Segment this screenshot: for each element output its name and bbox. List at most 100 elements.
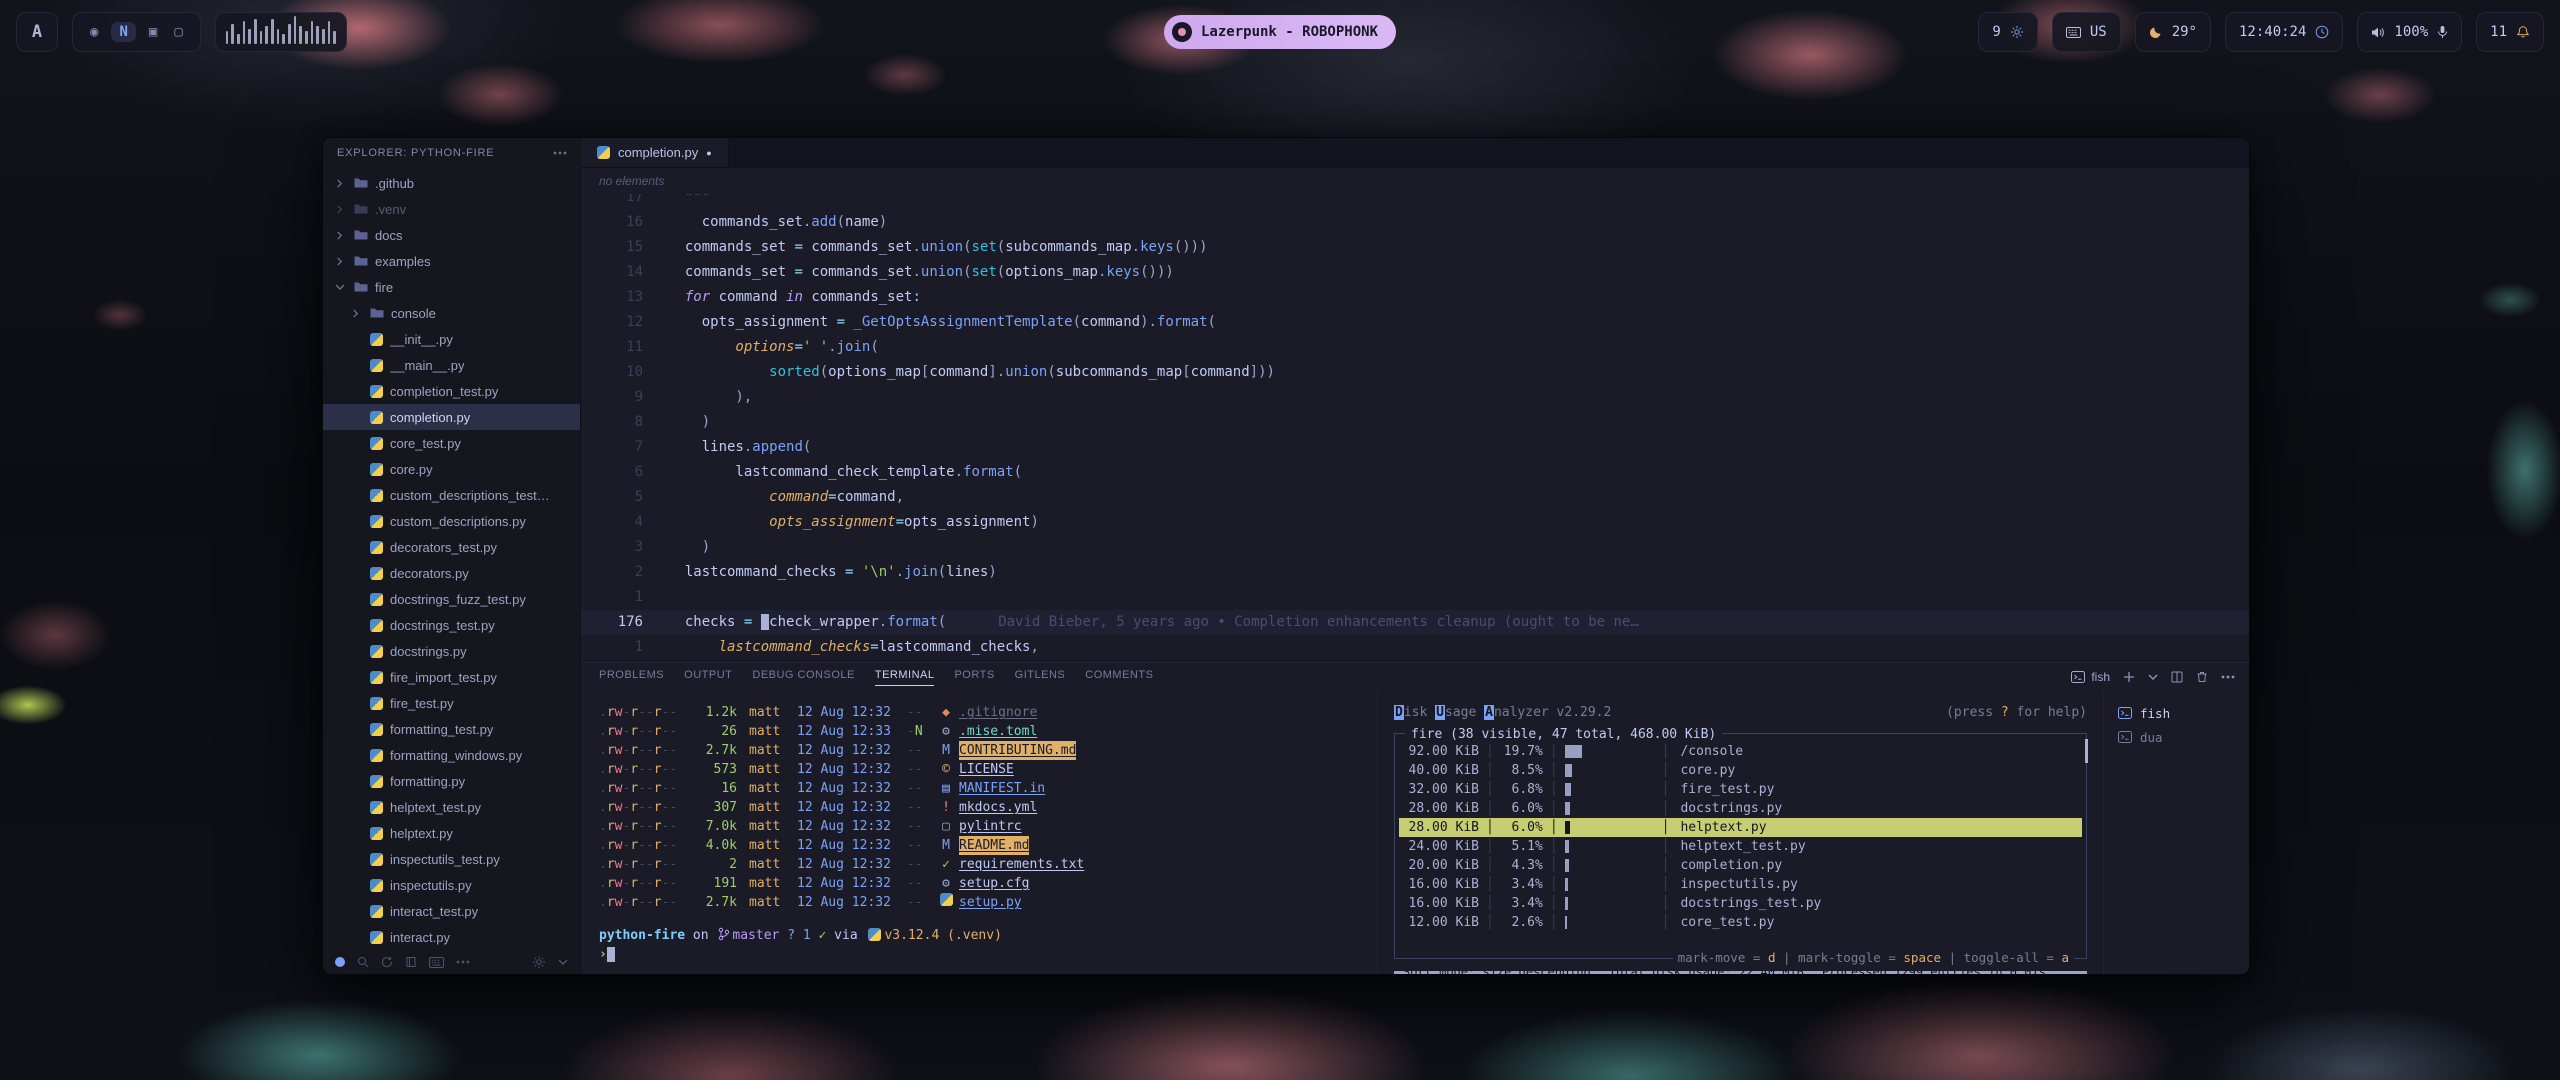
sync-icon[interactable] <box>381 956 393 968</box>
code-line[interactable]: 16 commands_set.add(name) <box>581 210 2249 235</box>
code-line[interactable]: 2 lastcommand_checks = '\n'.join(lines) <box>581 560 2249 585</box>
explorer-item-interact-py[interactable]: interact.py <box>323 924 580 950</box>
explorer-item-helptext-test-py[interactable]: helptext_test.py <box>323 794 580 820</box>
explorer-item-formatting-test-py[interactable]: formatting_test.py <box>323 716 580 742</box>
explorer-item-venv[interactable]: .venv <box>323 196 580 222</box>
dua-entry-docstrings-test-py[interactable]: 16.00 KiB│3.4%││docstrings_test.py <box>1399 894 2082 913</box>
code-line[interactable]: 14 commands_set = commands_set.union(set… <box>581 260 2249 285</box>
remote-icon[interactable] <box>335 957 345 967</box>
launcher-button[interactable]: A <box>16 12 58 52</box>
workspace-notes[interactable]: ▢ <box>170 22 186 42</box>
workspace-n-badge[interactable]: N <box>111 22 135 42</box>
explorer-item-decorators-py[interactable]: decorators.py <box>323 560 580 586</box>
dua-entry-console[interactable]: 92.00 KiB│19.7%││/console <box>1399 742 2082 761</box>
explorer-item-fire-import-test-py[interactable]: fire_import_test.py <box>323 664 580 690</box>
explorer-item-inspectutils-py[interactable]: inspectutils.py <box>323 872 580 898</box>
code-line[interactable]: 11 options=' '.join( <box>581 335 2249 360</box>
explorer-item-github[interactable]: .github <box>323 170 580 196</box>
breadcrumb[interactable]: no elements <box>581 168 2249 194</box>
code-line[interactable]: 1 <box>581 585 2249 610</box>
code-line[interactable]: 1 lastcommand_checks=lastcommand_checks, <box>581 635 2249 660</box>
split-terminal-button[interactable] <box>2171 671 2183 683</box>
explorer-item-examples[interactable]: examples <box>323 248 580 274</box>
volume-module[interactable]: 100% <box>2357 12 2462 52</box>
code-line[interactable]: 10 sorted(options_map[command].union(sub… <box>581 360 2249 385</box>
code-line[interactable]: 4 opts_assignment=opts_assignment) <box>581 510 2249 535</box>
file-link[interactable]: .gitignore <box>959 703 1037 722</box>
explorer-item-docs[interactable]: docs <box>323 222 580 248</box>
dua-entry-fire-test-py[interactable]: 32.00 KiB│6.8%││fire_test.py <box>1399 780 2082 799</box>
panel-tab-comments[interactable]: COMMENTS <box>1085 669 1153 686</box>
explorer-item-custom-descriptions-py[interactable]: custom_descriptions.py <box>323 508 580 534</box>
more-actions-button[interactable] <box>2221 675 2235 679</box>
code-line[interactable]: 8 ) <box>581 410 2249 435</box>
file-link[interactable]: mkdocs.yml <box>959 798 1037 817</box>
panel-tab-debug-console[interactable]: DEBUG CONSOLE <box>752 669 854 686</box>
file-link[interactable]: setup.py <box>959 893 1022 912</box>
keyboard-layout-module[interactable]: US <box>2052 12 2121 52</box>
panel-tab-ports[interactable]: PORTS <box>954 669 994 686</box>
kill-terminal-button[interactable] <box>2196 671 2208 683</box>
code-line[interactable]: 17 """ <box>581 194 2249 210</box>
workspace-record[interactable]: ◉ <box>86 22 102 42</box>
updates-module[interactable]: 9 <box>1978 12 2037 52</box>
explorer-item-formatting-py[interactable]: formatting.py <box>323 768 580 794</box>
file-link[interactable]: CONTRIBUTING.md <box>959 741 1076 760</box>
explorer-item-core-py[interactable]: core.py <box>323 456 580 482</box>
explorer-item-interact-test-py[interactable]: interact_test.py <box>323 898 580 924</box>
explorer-item-fire-test-py[interactable]: fire_test.py <box>323 690 580 716</box>
terminal-dua-pane[interactable]: Disk Usage Analyzer v2.29.2 (press ? for… <box>1377 691 2103 974</box>
file-link[interactable]: README.md <box>959 836 1029 855</box>
explorer-item-decorators-test-py[interactable]: decorators_test.py <box>323 534 580 560</box>
notifications-module[interactable]: 11 <box>2476 12 2544 52</box>
explorer-item-docstrings-test-py[interactable]: docstrings_test.py <box>323 612 580 638</box>
explorer-item-formatting-windows-py[interactable]: formatting_windows.py <box>323 742 580 768</box>
dua-scrollbar-thumb[interactable] <box>2085 739 2088 763</box>
explorer-item-docstrings-fuzz-test-py[interactable]: docstrings_fuzz_test.py <box>323 586 580 612</box>
code-line[interactable]: 13 for command in commands_set: <box>581 285 2249 310</box>
explorer-item-completion-py[interactable]: completion.py <box>323 404 580 430</box>
terminal-tab-fish[interactable]: fish <box>2112 701 2241 725</box>
dua-entry-completion-py[interactable]: 20.00 KiB│4.3%││completion.py <box>1399 856 2082 875</box>
terminal-tab-dua[interactable]: dua <box>2112 725 2241 749</box>
code-line[interactable]: 3 ) <box>581 535 2249 560</box>
code-editor[interactable]: 17 """16 commands_set.add(name) 1 5 comman… <box>581 194 2249 662</box>
workspace-grid[interactable]: ▣ <box>145 22 161 42</box>
clock-module[interactable]: 12:40:24 <box>2225 12 2343 52</box>
dua-entry-helptext-test-py[interactable]: 24.00 KiB│5.1%││helptext_test.py <box>1399 837 2082 856</box>
chevron-down-icon[interactable] <box>558 957 568 967</box>
panel-tab-terminal[interactable]: TERMINAL <box>875 669 935 686</box>
code-line[interactable]: 9 ), <box>581 385 2249 410</box>
terminal-profile-label[interactable]: fish <box>2071 670 2110 684</box>
explorer-actions-icon[interactable] <box>553 151 567 155</box>
code-line[interactable]: 5 command=command, <box>581 485 2249 510</box>
shell-prompt-input[interactable]: › <box>599 945 1369 964</box>
tab-completion-py[interactable]: completion.py ● <box>581 138 729 167</box>
code-line[interactable]: 176 checks = check_wrapper.format(David … <box>581 610 2249 635</box>
modified-dot[interactable]: ● <box>706 148 711 158</box>
book-icon[interactable] <box>405 956 417 968</box>
explorer-item-console[interactable]: console <box>323 300 580 326</box>
explorer-item-completion-test-py[interactable]: completion_test.py <box>323 378 580 404</box>
system-graph-module[interactable] <box>215 12 347 52</box>
gear-icon[interactable] <box>532 955 546 969</box>
new-terminal-button[interactable] <box>2123 671 2135 683</box>
explorer-item-fire[interactable]: fire <box>323 274 580 300</box>
file-link[interactable]: .mise.toml <box>959 722 1037 741</box>
explorer-item-docstrings-py[interactable]: docstrings.py <box>323 638 580 664</box>
code-line[interactable]: 6 lastcommand_check_template.format( <box>581 460 2249 485</box>
explorer-item-main-py[interactable]: __main__.py <box>323 352 580 378</box>
file-link[interactable]: pylintrc <box>959 817 1022 836</box>
file-link[interactable]: requirements.txt <box>959 855 1084 874</box>
panel-tab-gitlens[interactable]: GITLENS <box>1015 669 1066 686</box>
keyboard-icon[interactable] <box>429 957 444 968</box>
more-icon[interactable] <box>456 960 470 964</box>
panel-tab-problems[interactable]: PROBLEMS <box>599 669 664 686</box>
launch-profile-chevron-icon[interactable] <box>2148 672 2158 682</box>
file-link[interactable]: setup.cfg <box>959 874 1029 893</box>
explorer-item-helptext-py[interactable]: helptext.py <box>323 820 580 846</box>
explorer-item-init-py[interactable]: __init__.py <box>323 326 580 352</box>
code-line[interactable]: 7 lines.append( <box>581 435 2249 460</box>
code-line[interactable]: 12 opts_assignment = _GetOptsAssignmentT… <box>581 310 2249 335</box>
file-link[interactable]: MANIFEST.in <box>959 779 1045 798</box>
